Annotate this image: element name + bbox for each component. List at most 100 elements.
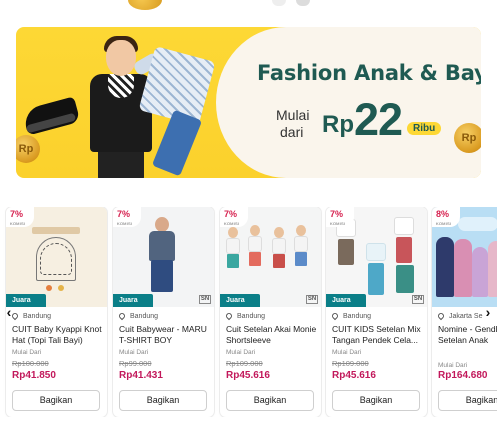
blue-pants-image bbox=[151, 109, 203, 177]
product-carousel: 7% KOMISI Juara Bandung CUIT Baby Kyappi… bbox=[0, 207, 497, 417]
kid-face-image bbox=[106, 40, 136, 76]
top-strip bbox=[0, 0, 497, 22]
komisi-badge: 7% KOMISI bbox=[220, 207, 248, 227]
location-text: Bandung bbox=[130, 313, 159, 320]
komisi-percent: 8% bbox=[436, 209, 450, 219]
boy-jeans-image bbox=[151, 260, 173, 292]
original-price: Rp109.000 bbox=[226, 359, 263, 368]
price-label: Mulai Dari bbox=[332, 349, 362, 356]
komisi-percent: 7% bbox=[224, 209, 238, 219]
komisi-badge: 7% KOMISI bbox=[6, 207, 34, 227]
product-card[interactable]: 7% KOMISI Juara SN Bandung Cuit Setelan … bbox=[220, 207, 321, 417]
share-button[interactable]: Bagikan bbox=[12, 390, 100, 411]
product-location: Bandung bbox=[117, 311, 159, 321]
kid-pants-image bbox=[98, 149, 144, 178]
product-name[interactable]: CUIT Baby Kyappi Knot Hat (Topi Tali Bay… bbox=[12, 324, 104, 346]
banner-amount: 22 bbox=[354, 94, 403, 145]
location-pin-icon bbox=[330, 311, 340, 321]
komisi-percent: 7% bbox=[117, 209, 131, 219]
person-figure-image bbox=[488, 241, 497, 297]
product-price: Rp164.680 bbox=[438, 370, 488, 381]
komisi-badge: 7% KOMISI bbox=[113, 207, 141, 227]
pants-image bbox=[368, 263, 384, 295]
person-figure-image bbox=[436, 237, 454, 297]
sn-seal-icon: SN bbox=[306, 295, 318, 304]
banner-panel bbox=[216, 27, 481, 178]
product-price: Rp41.431 bbox=[119, 370, 163, 381]
product-price: Rp41.850 bbox=[12, 370, 56, 381]
sn-seal-icon: SN bbox=[199, 295, 211, 304]
komisi-label: KOMISI bbox=[117, 221, 133, 226]
tshirt-image bbox=[394, 217, 414, 235]
original-price: Rp100.000 bbox=[12, 359, 49, 368]
komisi-label: KOMISI bbox=[224, 221, 240, 226]
location-pin-icon bbox=[117, 311, 127, 321]
product-name[interactable]: Nomine - Gendhis - Setelan Anak bbox=[438, 324, 497, 346]
boy-tshirt-image bbox=[149, 231, 175, 261]
banner-prefix-line1: Mulai bbox=[276, 107, 310, 123]
brand-logo-image bbox=[458, 217, 497, 231]
location-text: Bandung bbox=[237, 313, 266, 320]
price-label: Mulai Dari bbox=[438, 362, 468, 369]
color-swatch bbox=[46, 285, 52, 291]
juara-badge: Juara bbox=[326, 294, 366, 307]
hat-pattern-image bbox=[40, 243, 72, 275]
banner-currency: Rp bbox=[322, 111, 354, 138]
banner-prefix-line2: dari bbox=[280, 124, 304, 140]
promo-banner[interactable]: Rp Rp Fashion Anak & Bayi Mulai dari Rp … bbox=[16, 27, 481, 178]
boy-head-image bbox=[155, 217, 169, 232]
banner-unit-badge: Ribu bbox=[407, 122, 442, 135]
coin-icon: Rp bbox=[454, 123, 481, 153]
komisi-percent: 7% bbox=[330, 209, 344, 219]
product-card[interactable]: 7% KOMISI Juara Bandung CUIT Baby Kyappi… bbox=[6, 207, 107, 417]
price-label: Mulai Dari bbox=[12, 349, 42, 356]
product-price: Rp45.616 bbox=[332, 370, 376, 381]
price-label: Mulai Dari bbox=[119, 349, 149, 356]
color-swatch bbox=[58, 285, 64, 291]
product-location: Bandung bbox=[10, 311, 52, 321]
share-button[interactable]: Bagikan bbox=[119, 390, 207, 411]
location-text: Bandung bbox=[343, 313, 372, 320]
price-label: Mulai Dari bbox=[226, 349, 256, 356]
product-card[interactable]: 7% KOMISI Juara SN Bandung Cuit Babywear… bbox=[113, 207, 214, 417]
product-card[interactable]: 7% KOMISI Juara SN Bandung CUIT KIDS Set… bbox=[326, 207, 427, 417]
pants-image bbox=[396, 237, 412, 263]
product-location: Bandung bbox=[330, 311, 372, 321]
komisi-badge: 7% KOMISI bbox=[326, 207, 354, 227]
product-location: Jakarta Se bbox=[436, 311, 483, 321]
komisi-badge: 8% KOMISI bbox=[432, 207, 460, 227]
location-pin-icon bbox=[224, 311, 234, 321]
komisi-percent: 7% bbox=[10, 209, 24, 219]
share-button[interactable]: Bagikan bbox=[332, 390, 420, 411]
location-text: Bandung bbox=[23, 313, 52, 320]
product-name[interactable]: Cuit Babywear - MARU T-SHIRT BOY bbox=[119, 324, 211, 346]
carousel-indicator[interactable] bbox=[296, 0, 310, 6]
pants-image bbox=[338, 239, 354, 265]
product-name[interactable]: Cuit Setelan Akai Monie Shortsleeve bbox=[226, 324, 318, 346]
share-button[interactable]: Bagikan bbox=[438, 390, 497, 411]
carousel-indicator[interactable] bbox=[272, 0, 286, 6]
banner-price-prefix: Mulai dari bbox=[276, 107, 309, 141]
product-name[interactable]: CUIT KIDS Setelan Mix Tangan Pendek Cela… bbox=[332, 324, 424, 346]
person-figure-image bbox=[472, 247, 488, 297]
komisi-label: KOMISI bbox=[330, 221, 346, 226]
product-location: Bandung bbox=[224, 311, 266, 321]
pants-image bbox=[396, 265, 414, 293]
komisi-label: KOMISI bbox=[436, 221, 452, 226]
location-text: Jakarta Se bbox=[449, 313, 483, 320]
original-price: Rp99.000 bbox=[119, 359, 152, 368]
juara-badge: Juara bbox=[113, 294, 153, 307]
coin-decoration bbox=[128, 0, 162, 10]
juara-badge: Juara bbox=[220, 294, 260, 307]
chevron-left-icon[interactable]: ‹ bbox=[2, 303, 16, 321]
coin-icon: Rp bbox=[16, 135, 40, 163]
location-pin-icon bbox=[436, 311, 446, 321]
share-button[interactable]: Bagikan bbox=[226, 390, 314, 411]
page: Rp Rp Fashion Anak & Bayi Mulai dari Rp … bbox=[0, 0, 497, 422]
original-price: Rp109.000 bbox=[332, 359, 369, 368]
chevron-right-icon[interactable]: › bbox=[481, 303, 495, 321]
product-price: Rp45.616 bbox=[226, 370, 270, 381]
tshirt-image bbox=[366, 243, 386, 261]
banner-title: Fashion Anak & Bayi bbox=[257, 61, 481, 85]
sn-seal-icon: SN bbox=[412, 295, 424, 304]
